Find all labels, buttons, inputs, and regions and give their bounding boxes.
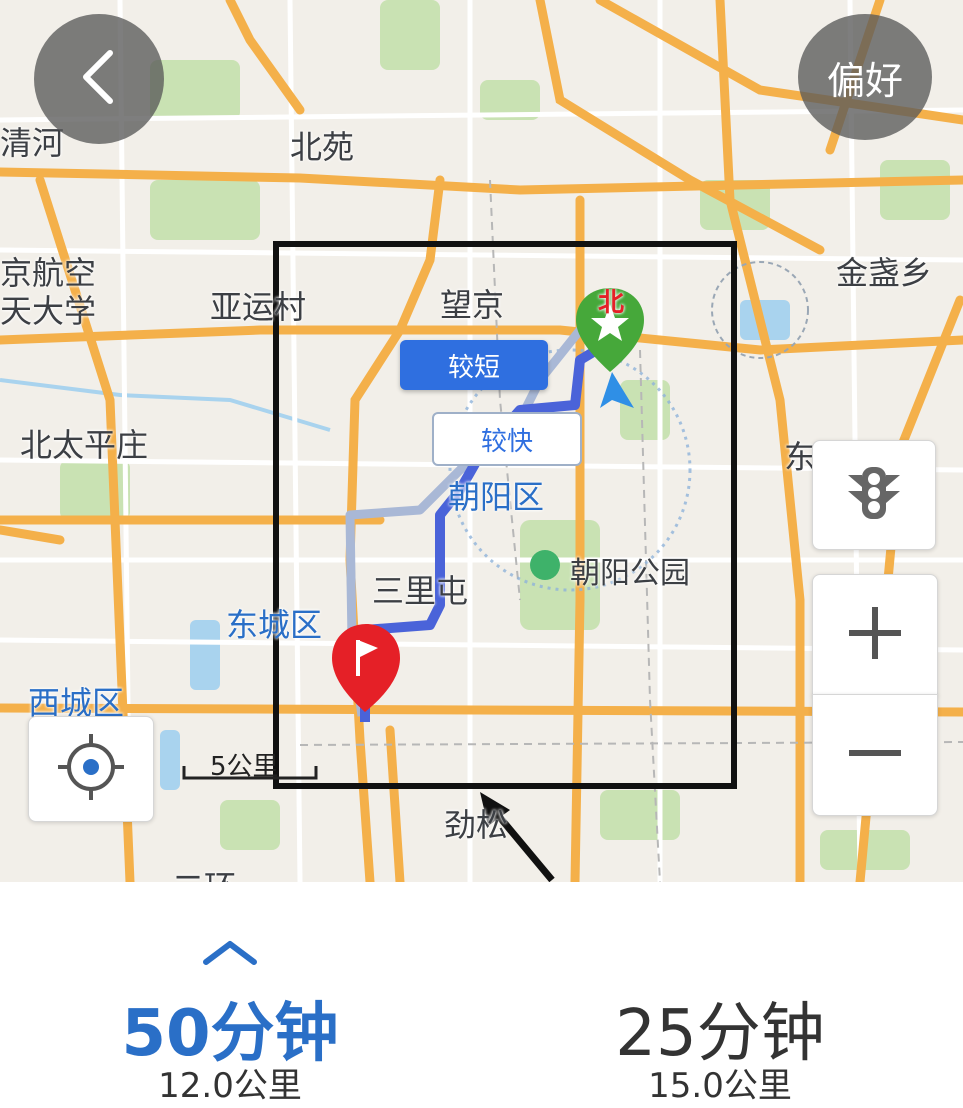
route-distance: 12.0公里: [158, 1066, 302, 1106]
label-hangkong-2: 天大学: [0, 292, 97, 330]
label-jinzhan: 金盏乡: [836, 254, 933, 292]
route-option-1[interactable]: 50分钟 12.0公里: [10, 882, 450, 1108]
back-button[interactable]: [34, 14, 164, 144]
preferences-button[interactable]: 偏好: [798, 14, 932, 140]
label-jinsong: 劲松: [444, 806, 509, 844]
route-options-panel: 50分钟 12.0公里 25分钟 15.0公里: [0, 882, 963, 1108]
locate-icon: [56, 732, 126, 806]
scale: 5公里: [180, 746, 320, 782]
label-beitaipingzhuang: 北太平庄: [20, 426, 149, 464]
zoom-in-button[interactable]: [812, 574, 938, 696]
app: 清河 北苑 京航空 天大学 亚运村 望京 金盏乡 北太平庄 朝阳区 朝阳公园 三…: [0, 0, 963, 1108]
map-view[interactable]: 清河 北苑 京航空 天大学 亚运村 望京 金盏乡 北太平庄 朝阳区 朝阳公园 三…: [0, 0, 963, 882]
label-sanlitun: 三里屯: [372, 572, 469, 610]
zoom-out-button[interactable]: [812, 694, 938, 816]
route-distance: 15.0公里: [648, 1066, 792, 1106]
chevron-left-icon: [74, 47, 124, 111]
plus-icon: [843, 601, 907, 669]
traffic-light-icon: [842, 465, 906, 525]
label-erhuan: 二环: [172, 862, 236, 882]
locate-button[interactable]: [28, 716, 154, 822]
north-marker: 北: [598, 288, 625, 318]
route-option-2[interactable]: 25分钟 15.0公里: [500, 882, 940, 1108]
label-dongchengqu: 东城区: [226, 606, 323, 644]
minus-icon: [843, 721, 907, 789]
label-beiyuan: 北苑: [290, 128, 355, 166]
traffic-toggle-button[interactable]: [812, 440, 936, 550]
label-chaoyangqu: 朝阳区: [448, 478, 545, 516]
label-wangjing: 望京: [440, 286, 505, 324]
park-icon: [530, 550, 560, 580]
route-tag-shorter[interactable]: 较短: [400, 340, 548, 390]
start-pin[interactable]: [332, 624, 400, 712]
label-yayuncun: 亚运村: [210, 288, 307, 326]
label-chaoyang-park: 朝阳公园: [570, 556, 690, 591]
route-tag-faster[interactable]: 较快: [432, 412, 582, 466]
scale-label: 5公里: [210, 752, 279, 782]
